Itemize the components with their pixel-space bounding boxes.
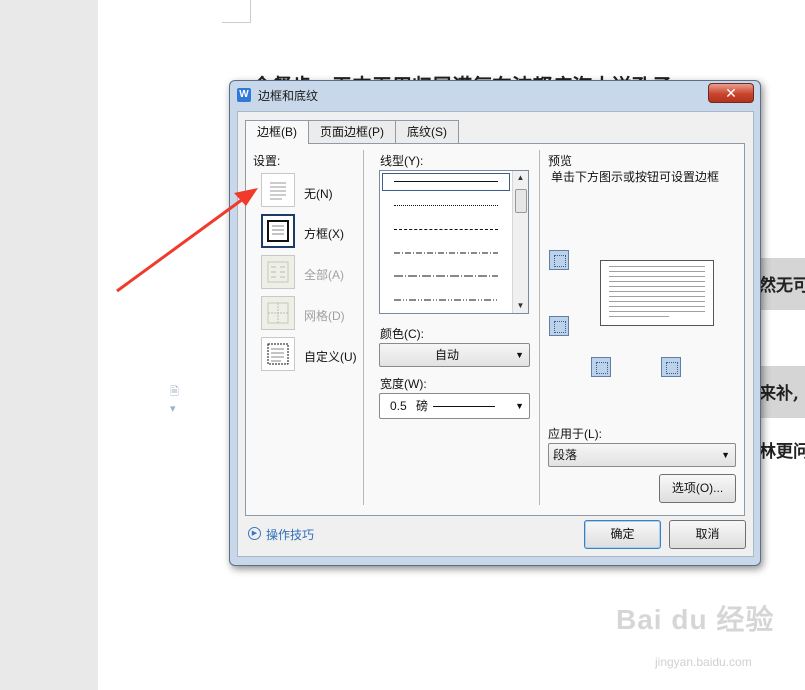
line-style-dotted[interactable] xyxy=(394,205,498,206)
color-label: 颜色(C): xyxy=(380,327,424,341)
width-unit: 磅 xyxy=(416,399,429,413)
preview-line xyxy=(609,286,705,287)
apply-to-dropdown[interactable]: 段落 ▼ xyxy=(548,443,736,467)
box-border-glyph xyxy=(267,220,289,242)
preview-line xyxy=(609,281,705,282)
scroll-up-icon[interactable]: ▲ xyxy=(514,172,527,184)
box-border-icon[interactable] xyxy=(261,214,295,248)
ok-button[interactable]: 确定 xyxy=(584,520,661,549)
width-line-sample xyxy=(433,406,495,407)
preview-line xyxy=(609,266,705,267)
border-tab-panel: 设置: 无(N) 方框(X) 全部(A) 网格(D) 自定义(U) 线型(Y):… xyxy=(245,143,745,516)
play-circle-icon[interactable]: ▶ xyxy=(248,527,261,540)
tab-page-border[interactable]: 页面边框(P) xyxy=(308,120,396,143)
preview-line xyxy=(609,301,705,302)
preview-hint: 单击下方图示或按钮可设置边框 xyxy=(551,170,720,184)
line-style-dash-dot[interactable] xyxy=(394,252,498,254)
scroll-thumb[interactable] xyxy=(515,189,527,213)
none-border-icon[interactable] xyxy=(261,173,295,207)
doc-line-2: 然无可 xyxy=(759,276,805,296)
width-dropdown[interactable]: 0.5 磅 ▼ xyxy=(379,393,530,419)
apply-to-value: 段落 xyxy=(553,448,578,462)
preview-line xyxy=(609,311,705,312)
tab-shading[interactable]: 底纹(S) xyxy=(395,120,459,143)
scroll-down-icon[interactable]: ▼ xyxy=(514,300,527,312)
close-button[interactable]: ✕ xyxy=(708,83,754,103)
line-style-dashed[interactable] xyxy=(394,229,498,230)
color-dropdown[interactable]: 自动 ▼ xyxy=(379,343,530,367)
all-border-glyph xyxy=(267,261,289,283)
preview-line xyxy=(609,276,705,277)
apply-to-label: 应用于(L): xyxy=(548,427,603,441)
document-icon[interactable]: 🗎 ▾ xyxy=(170,383,182,415)
dialog-client: 边框(B) 页面边框(P) 底纹(S) 设置: 无(N) 方框(X) 全部(A)… xyxy=(237,111,754,557)
left-margin xyxy=(0,0,98,690)
doc-line-4: 林更问 xyxy=(759,442,805,462)
left-border-icon xyxy=(596,362,608,374)
watermark: Bai du 经验 xyxy=(616,604,775,635)
dialog-title: 边框和底纹 xyxy=(258,89,319,103)
settings-heading: 设置: xyxy=(253,154,281,168)
top-border-icon xyxy=(554,255,566,267)
line-style-selected xyxy=(382,173,510,191)
tips-link[interactable]: 操作技巧 xyxy=(266,526,314,543)
setting-none-label[interactable]: 无(N) xyxy=(304,185,333,202)
line-style-label: 线型(Y): xyxy=(380,154,424,168)
cancel-button[interactable]: 取消 xyxy=(669,520,746,549)
none-border-glyph xyxy=(270,182,286,200)
borders-shading-dialog: W 边框和底纹 ✕ 边框(B) 页面边框(P) 底纹(S) 设置: 无(N) 方… xyxy=(229,80,761,566)
options-button[interactable]: 选项(O)... xyxy=(659,474,736,503)
right-border-button[interactable] xyxy=(661,357,681,377)
preview-line xyxy=(609,296,705,297)
left-border-button[interactable] xyxy=(591,357,611,377)
color-value: 自动 xyxy=(435,348,460,362)
width-value: 0.5 xyxy=(390,399,407,413)
chevron-down-icon: ▼ xyxy=(515,350,524,360)
watermark-url: jingyan.baidu.com xyxy=(655,655,752,669)
grid-border-glyph xyxy=(267,302,289,324)
settings-separator xyxy=(363,150,364,505)
right-border-icon xyxy=(666,362,678,374)
page-corner-mark xyxy=(222,0,251,23)
bottom-border-icon xyxy=(554,321,566,333)
preview-line xyxy=(609,291,705,292)
bottom-border-button[interactable] xyxy=(549,316,569,336)
setting-grid-label: 网格(D) xyxy=(304,309,345,323)
setting-custom-label[interactable]: 自定义(U) xyxy=(304,348,357,365)
chevron-down-icon: ▼ xyxy=(721,450,730,460)
preview-label: 预览 xyxy=(548,154,573,168)
custom-border-icon[interactable] xyxy=(261,337,295,371)
setting-box-label[interactable]: 方框(X) xyxy=(304,225,344,242)
setting-all-label: 全部(A) xyxy=(304,268,344,282)
top-border-button[interactable] xyxy=(549,250,569,270)
width-label: 宽度(W): xyxy=(380,377,427,391)
grid-border-icon xyxy=(261,296,295,330)
line-style-long-dash-dot[interactable] xyxy=(394,275,498,277)
preview-line xyxy=(609,306,705,307)
preview-line xyxy=(609,316,669,317)
line-style-list[interactable]: ▲ ▼ xyxy=(379,170,529,314)
preview-separator xyxy=(539,150,540,505)
doc-line-3: 来补, xyxy=(759,384,799,404)
line-style-scrollbar[interactable]: ▲ ▼ xyxy=(512,171,528,313)
line-style-dash-dot-dot[interactable] xyxy=(394,299,498,301)
tab-border[interactable]: 边框(B) xyxy=(245,120,309,144)
preview-line xyxy=(609,271,705,272)
all-border-icon xyxy=(261,255,295,289)
chevron-down-icon: ▼ xyxy=(515,401,524,411)
line-style-solid[interactable] xyxy=(394,181,498,182)
wps-icon: W xyxy=(237,88,251,102)
dialog-titlebar[interactable]: W 边框和底纹 ✕ xyxy=(230,81,760,107)
preview-diagram[interactable] xyxy=(600,260,714,326)
custom-border-glyph xyxy=(267,343,289,365)
